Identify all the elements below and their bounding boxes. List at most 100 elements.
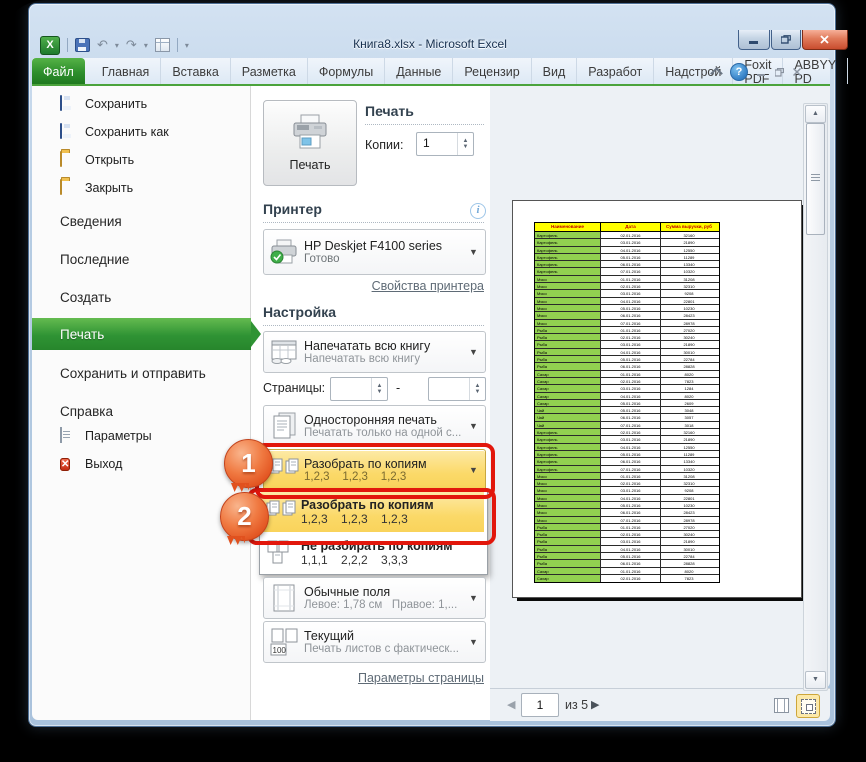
cell-sum: 30010 (661, 546, 717, 552)
ribbon-tab[interactable]: Разметка (231, 58, 308, 84)
workbook-close-icon[interactable] (793, 68, 802, 77)
excel-app-icon[interactable]: X (40, 36, 60, 55)
stepper-arrows[interactable]: ▲▼ (457, 133, 473, 155)
callout-2: 2 (220, 492, 269, 541)
print-scope-dropdown[interactable]: Напечатать всю книгу Напечатать всю книг… (263, 331, 486, 373)
cell-name: Чай (535, 407, 601, 413)
no-scaling-icon: 100 (264, 627, 304, 657)
printer-info-icon[interactable]: i (470, 203, 486, 219)
undo-dropdown-icon[interactable]: ▾ (115, 41, 119, 50)
sidebar-item-open[interactable]: Открыть (60, 151, 134, 169)
page-setup-link[interactable]: Параметры страницы (263, 671, 484, 685)
save-icon[interactable] (75, 38, 90, 52)
print-preview-icon[interactable] (155, 38, 170, 52)
ribbon-tab[interactable]: Рецензир (453, 58, 531, 84)
cell-sum: 3048 (661, 407, 717, 413)
ribbon-tab[interactable]: Формулы (308, 58, 385, 84)
scroll-up-icon[interactable]: ▲ (805, 105, 826, 123)
table-row: Сахар 01.01.2016 8020 (535, 371, 719, 378)
cell-name: Мясо (535, 473, 601, 479)
sidebar-item-info[interactable]: Сведения (60, 212, 122, 230)
margins-dropdown[interactable]: Обычные поля Левое: 1,78 см Правое: 1,..… (263, 577, 486, 619)
sidebar-item-help[interactable]: Справка (60, 402, 113, 420)
ribbon-tab[interactable]: Вид (532, 58, 578, 84)
printer-icon (289, 114, 331, 152)
previous-page-icon[interactable]: ◀ (507, 698, 515, 711)
stepper-arrows[interactable]: ▲▼ (371, 378, 387, 400)
close-folder-icon (60, 180, 76, 196)
redo-dropdown-icon[interactable]: ▾ (144, 41, 148, 50)
table-row: Рыба 04.01.2016 30010 (535, 349, 719, 356)
cell-date: 06.01.2016 (601, 414, 661, 420)
stepper-arrows[interactable]: ▲▼ (469, 378, 485, 400)
cell-name: Чай (535, 422, 601, 428)
minimize-button[interactable] (738, 30, 770, 50)
sidebar-item-close[interactable]: Закрыть (60, 179, 133, 197)
sidebar-item-new[interactable]: Создать (60, 288, 111, 306)
next-page-icon[interactable]: ▶ (591, 698, 599, 711)
copies-stepper[interactable]: 1 ▲▼ (416, 132, 474, 156)
workbook-restore-icon[interactable] (775, 68, 784, 77)
table-row: Чай 05.01.2016 3048 (535, 407, 719, 414)
cell-date: 07.01.2016 (601, 466, 661, 472)
cell-name: Рыба (535, 531, 601, 537)
cell-name: Мясо (535, 305, 601, 311)
cell-sum: 3057 (661, 414, 717, 420)
sidebar-item-options[interactable]: Параметры (60, 427, 152, 445)
help-icon[interactable]: ? (730, 63, 748, 81)
scroll-down-icon[interactable]: ▼ (805, 671, 826, 689)
ribbon-tab[interactable]: Вставка (161, 58, 230, 84)
print-button[interactable]: Печать (263, 100, 357, 186)
cell-sum: 32310 (661, 283, 717, 289)
zoom-to-page-button[interactable] (796, 694, 820, 718)
current-page-input[interactable]: 1 (521, 693, 559, 717)
pages-dash: - (396, 381, 400, 395)
preview-scrollbar[interactable]: ▲ ▼ (803, 103, 828, 691)
cell-name: Картофель (535, 261, 601, 267)
zoom-to-page-icon (801, 699, 816, 714)
cell-date: 03.01.2016 (601, 239, 661, 245)
cell-date: 03.01.2016 (601, 487, 661, 493)
pages-to-stepper[interactable]: ▲▼ (428, 377, 486, 401)
customize-qat-icon[interactable]: ▾ (185, 41, 189, 50)
printer-dropdown[interactable]: HP Deskjet F4100 series Готово ▼ (263, 229, 486, 275)
options-icon (60, 428, 76, 444)
scope-text: Напечатать всю книгу Напечатать всю книг… (304, 339, 469, 365)
table-row: Картофель 06.01.2016 13340 (535, 458, 719, 465)
scrollbar-thumb[interactable] (806, 123, 825, 235)
cell-name: Картофель (535, 232, 601, 238)
scaling-dropdown[interactable]: 100 Текущий Печать листов с фактическ...… (263, 621, 486, 663)
ribbon-tab[interactable]: Главная (91, 58, 162, 84)
cell-date: 04.01.2016 (601, 349, 661, 355)
close-button[interactable] (802, 30, 848, 50)
callout-1-number: 1 (241, 448, 255, 479)
cell-name: Картофель (535, 247, 601, 253)
printer-properties-link[interactable]: Свойства принтера (263, 279, 484, 293)
sidebar-item-exit[interactable]: ✕ Выход (60, 455, 122, 473)
cell-name: Мясо (535, 509, 601, 515)
restore-button[interactable] (771, 30, 801, 50)
redo-icon[interactable]: ↷ (126, 37, 137, 53)
minimize-ribbon-icon[interactable] (710, 67, 723, 80)
show-margins-button[interactable] (770, 694, 792, 716)
sidebar-item-save[interactable]: Сохранить (60, 95, 147, 113)
cell-sum: 30010 (661, 349, 717, 355)
ribbon-tab[interactable]: Файл (32, 58, 85, 84)
sidebar-item-print-selected[interactable]: Печать (32, 318, 251, 350)
undo-icon[interactable]: ↶ (97, 37, 108, 53)
duplex-dropdown[interactable]: Односторонняя печать Печатать только на … (263, 405, 486, 447)
workbook-minimize-icon[interactable] (757, 68, 766, 77)
table-row: Сахар 02.01.2016 7823 (535, 378, 719, 385)
cell-name: Сахар (535, 378, 601, 384)
printer-status: Готово (304, 253, 469, 265)
ribbon-tab[interactable]: Разработ (577, 58, 654, 84)
pages-from-stepper[interactable]: ▲▼ (330, 377, 388, 401)
section-settings: Настройка (263, 304, 336, 320)
sidebar-item-recent[interactable]: Последние (60, 250, 129, 268)
table-row: Картофель 02.01.2016 32160 (535, 429, 719, 436)
table-row: Сахар 04.01.2016 8020 (535, 393, 719, 400)
sidebar-item-save-as[interactable]: Сохранить как (60, 123, 169, 141)
ribbon-tab[interactable]: Данные (385, 58, 453, 84)
sidebar-item-save-send[interactable]: Сохранить и отправить (60, 364, 206, 382)
copies-label: Копии: (365, 138, 403, 152)
